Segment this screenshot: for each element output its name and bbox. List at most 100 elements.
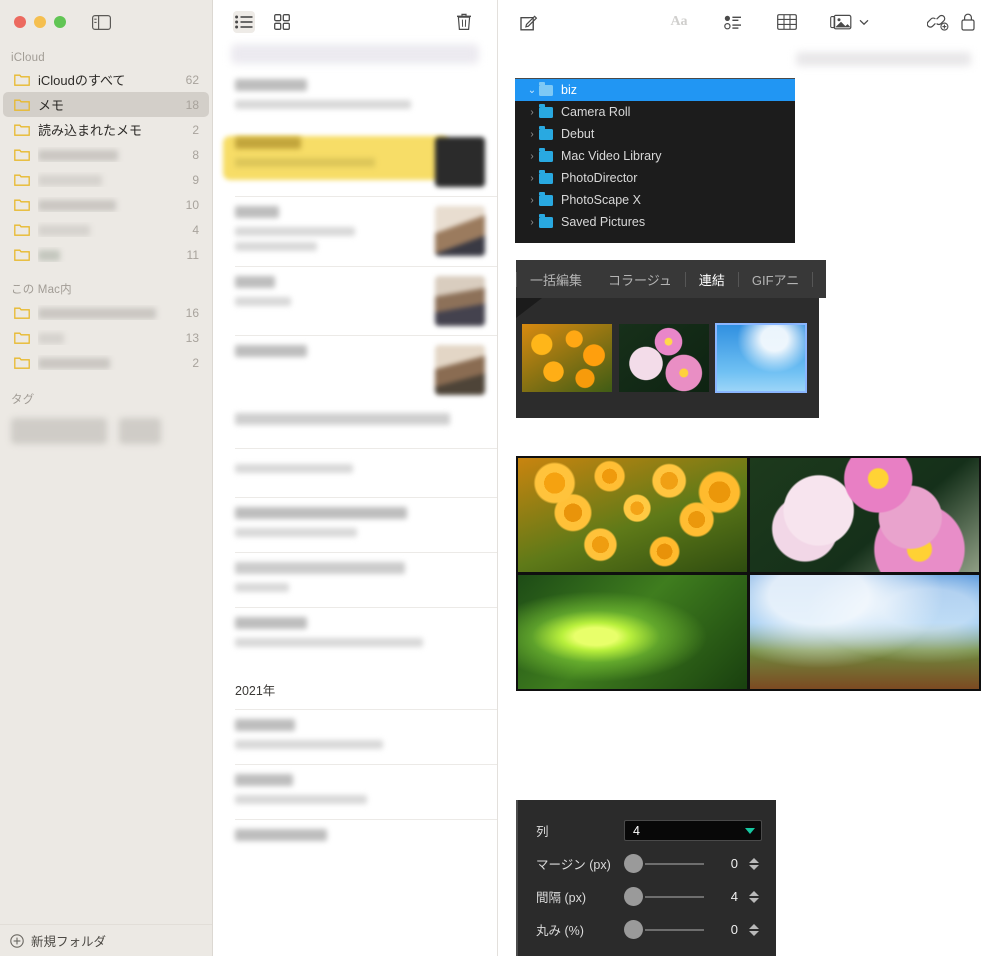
round-slider-knob[interactable] <box>624 920 643 939</box>
sidebar-toggle-icon[interactable] <box>92 14 111 30</box>
sidebar-item-icloud-all[interactable]: iCloudのすべて 62 <box>3 67 209 92</box>
bird-in-sky-thumb[interactable] <box>715 323 807 393</box>
tree-item-photodirector[interactable]: › PhotoDirector <box>515 167 795 189</box>
search-input[interactable] <box>231 44 479 64</box>
list-item[interactable] <box>213 404 497 448</box>
trash-icon[interactable] <box>453 11 475 33</box>
list-item[interactable] <box>213 553 497 607</box>
chevron-right-icon[interactable]: › <box>525 217 539 228</box>
tree-item-photoscape-x[interactable]: › PhotoScape X <box>515 189 795 211</box>
folder-icon <box>539 191 553 206</box>
green-filament-plant-cell[interactable] <box>518 575 747 689</box>
lock-note-icon[interactable] <box>953 9 983 35</box>
orange-flowers-cell[interactable] <box>518 458 747 572</box>
maximize-button[interactable] <box>54 16 66 28</box>
pink-cosmos-thumb[interactable] <box>619 324 709 392</box>
spacing-slider-track[interactable] <box>645 895 704 898</box>
minimize-button[interactable] <box>34 16 46 28</box>
folder-icon <box>14 331 30 344</box>
red-leaves-sky-cell[interactable] <box>750 575 979 689</box>
round-slider-track[interactable] <box>645 928 704 931</box>
tab-batch-edit[interactable]: 一括編集 <box>517 270 595 289</box>
note-date-stamp <box>796 52 971 66</box>
list-item-selected[interactable] <box>213 128 497 196</box>
tree-item-biz[interactable]: ⌄ biz <box>515 79 795 101</box>
sidebar-item-count: 10 <box>185 197 199 212</box>
chevron-right-icon[interactable]: › <box>525 151 539 162</box>
chevron-down-icon[interactable]: ⌄ <box>525 85 539 96</box>
photoscape-control-panel: 列 4 マージン (px) 0 間隔 (px) 4 丸み (%) 0 <box>516 800 776 956</box>
plus-circle-icon <box>10 933 24 948</box>
gallery-view-icon[interactable] <box>271 11 293 33</box>
checklist-icon[interactable] <box>718 9 748 35</box>
spacing-stepper[interactable] <box>746 890 762 903</box>
notes-sidebar: iCloud iCloudのすべて 62 メモ 18 読み込まれたメモ 2 8 … <box>0 0 213 956</box>
tag-chip[interactable] <box>119 418 161 444</box>
format-text-aa-icon[interactable]: Aa <box>664 9 694 35</box>
new-folder-button[interactable]: 新規フォルダ <box>0 924 212 956</box>
tag-chip[interactable] <box>11 418 107 444</box>
pink-roses-cell[interactable] <box>750 458 979 572</box>
chevron-right-icon[interactable]: › <box>525 107 539 118</box>
notes-list[interactable]: 2021年 <box>213 70 497 956</box>
list-view-icon[interactable] <box>233 11 255 33</box>
margin-slider-knob[interactable] <box>624 854 643 873</box>
sidebar-item-memo[interactable]: メモ 18 <box>3 92 209 117</box>
table-icon[interactable] <box>772 9 802 35</box>
list-item[interactable] <box>213 70 497 128</box>
sidebar-item-redacted-5[interactable]: 11 <box>3 242 209 267</box>
round-stepper[interactable] <box>746 923 762 936</box>
tree-item-debut[interactable]: › Debut <box>515 123 795 145</box>
sidebar-item-redacted-2[interactable]: 9 <box>3 167 209 192</box>
sidebar-item-local-1[interactable]: 16 <box>3 300 209 325</box>
sidebar-item-redacted-1[interactable]: 8 <box>3 142 209 167</box>
compose-note-icon[interactable] <box>514 9 544 35</box>
spacing-slider-knob[interactable] <box>624 887 643 906</box>
sidebar-item-label <box>38 172 186 187</box>
sidebar-item-label <box>38 305 180 320</box>
columns-select[interactable]: 4 <box>624 820 762 841</box>
list-item[interactable] <box>213 267 497 335</box>
tree-item-saved-pictures[interactable]: › Saved Pictures <box>515 211 795 233</box>
round-label: 丸み (%) <box>536 924 584 938</box>
list-item[interactable] <box>213 336 497 404</box>
chevron-right-icon[interactable]: › <box>525 195 539 206</box>
tree-item-camera-roll[interactable]: › Camera Roll <box>515 101 795 123</box>
tab-gif-animation[interactable]: GIFアニ <box>739 270 812 289</box>
chevron-right-icon[interactable]: › <box>525 129 539 140</box>
tab-combine[interactable]: 連結 <box>686 270 738 289</box>
sidebar-group-icloud: iCloudのすべて 62 メモ 18 読み込まれたメモ 2 8 9 10 4 … <box>0 67 212 267</box>
add-link-icon[interactable] <box>923 9 953 35</box>
sidebar-item-count: 62 <box>185 72 199 87</box>
traffic-lights[interactable] <box>14 16 66 28</box>
photoscape-folder-tree[interactable]: ⌄ biz › Camera Roll › Debut › Mac Video … <box>515 78 795 243</box>
orange-flowers-thumb[interactable] <box>522 324 612 392</box>
photoscape-collage-canvas[interactable] <box>516 456 981 691</box>
media-insert-icon[interactable] <box>826 9 856 35</box>
list-item[interactable] <box>213 449 497 497</box>
photoscape-filmstrip[interactable] <box>516 298 819 418</box>
sidebar-scroll-area[interactable]: iCloud iCloudのすべて 62 メモ 18 読み込まれたメモ 2 8 … <box>0 44 212 924</box>
chevron-down-icon[interactable] <box>856 9 872 35</box>
sidebar-item-imported-memo[interactable]: 読み込まれたメモ 2 <box>3 117 209 142</box>
sidebar-item-local-2[interactable]: 13 <box>3 325 209 350</box>
tab-collage[interactable]: コラージュ <box>595 270 685 289</box>
list-item[interactable] <box>213 710 497 764</box>
chevron-right-icon[interactable]: › <box>525 173 539 184</box>
note-thumbnail <box>435 345 485 395</box>
list-item[interactable] <box>213 765 497 819</box>
sidebar-item-redacted-3[interactable]: 10 <box>3 192 209 217</box>
folder-icon <box>539 147 553 162</box>
margin-stepper[interactable] <box>746 857 762 870</box>
list-item[interactable] <box>213 820 497 860</box>
close-button[interactable] <box>14 16 26 28</box>
sidebar-item-count: 9 <box>192 172 199 187</box>
margin-slider-track[interactable] <box>645 862 704 865</box>
list-item[interactable] <box>213 197 497 266</box>
note-thumbnail <box>435 137 485 187</box>
list-item[interactable] <box>213 608 497 662</box>
tree-item-mac-video-library[interactable]: › Mac Video Library <box>515 145 795 167</box>
sidebar-item-redacted-4[interactable]: 4 <box>3 217 209 242</box>
list-item[interactable] <box>213 498 497 552</box>
sidebar-item-local-3[interactable]: 2 <box>3 350 209 375</box>
